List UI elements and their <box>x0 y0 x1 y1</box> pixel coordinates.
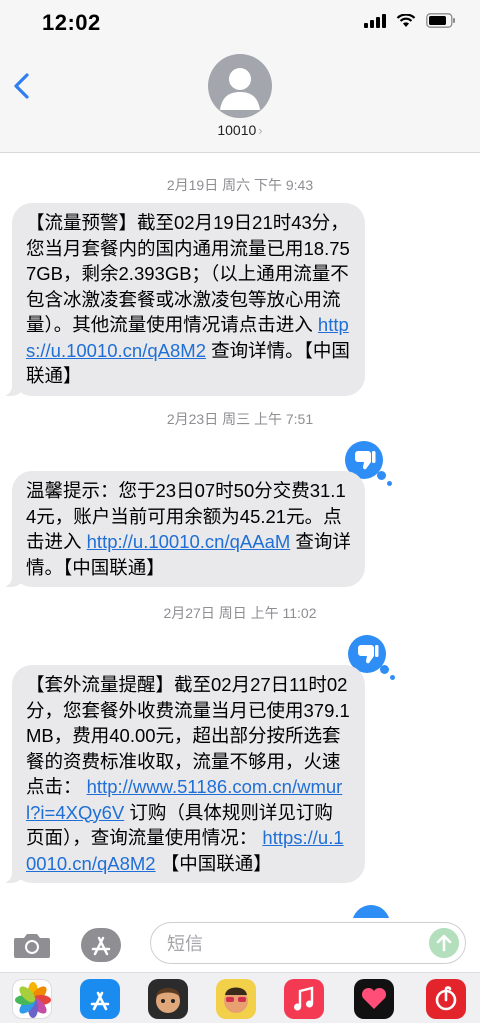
photos-app-icon[interactable] <box>12 979 52 1019</box>
signal-icon <box>364 13 386 28</box>
camera-icon[interactable] <box>12 927 52 963</box>
message-timestamp: 2月19日 周六 下午 9:43 <box>166 177 314 193</box>
message-input[interactable] <box>165 931 419 957</box>
person-icon <box>220 68 260 110</box>
memoji-app-2-icon[interactable] <box>216 979 256 1019</box>
contact-avatar[interactable] <box>208 54 272 118</box>
app-drawer <box>0 972 480 1023</box>
message-field[interactable] <box>150 922 466 964</box>
message-list[interactable]: 2月19日 周六 下午 9:43 【流量预警】截至02月19日21时43分，您当… <box>0 153 480 918</box>
wifi-icon <box>396 13 416 27</box>
send-arrow-icon[interactable] <box>429 928 459 958</box>
battery-icon <box>426 13 455 28</box>
compose-bar <box>0 918 480 972</box>
message-timestamp: 2月27日 周日 上午 11:02 <box>163 605 317 621</box>
message-text: 【流量预警】截至02月19日21时43分，您当月套餐内的国内通用流量已用18.7… <box>26 212 350 335</box>
app-store-app-icon[interactable] <box>80 979 120 1019</box>
contact-name-row[interactable]: 10010 › <box>0 122 480 138</box>
conversation-header: 10010 › <box>0 48 480 153</box>
memoji-app-icon[interactable] <box>148 979 188 1019</box>
heart-app-icon[interactable] <box>354 979 394 1019</box>
message-link[interactable]: http://u.10010.cn/qAAaM <box>87 531 291 552</box>
netease-music-app-icon[interactable] <box>426 979 466 1019</box>
message-timestamp: 2月23日 周三 上午 7:51 <box>166 411 314 427</box>
message-bubble[interactable]: 温馨提示：您于23日07时50分交费31.14元，账户当前可用余额为45.21元… <box>2 471 365 587</box>
message-bubble[interactable]: 【流量预警】截至02月19日21时43分，您当月套餐内的国内通用流量已用18.7… <box>2 203 365 396</box>
message-bubble[interactable]: 【套外流量提醒】截至02月27日11时02分，您套餐外收费流量当月已使用379.… <box>2 665 365 883</box>
message-text: 【中国联通】 <box>155 852 272 874</box>
back-chevron-icon[interactable] <box>8 66 38 106</box>
status-time: 12:02 <box>42 10 101 35</box>
thumbs-down-reaction[interactable] <box>352 905 390 918</box>
status-bar: 12:02 <box>0 0 480 48</box>
app-store-button-icon[interactable] <box>80 927 122 963</box>
status-icons <box>364 13 456 28</box>
music-app-icon[interactable] <box>284 979 324 1019</box>
contact-chevron-icon: › <box>258 123 263 138</box>
contact-name: 10010 <box>217 122 257 138</box>
